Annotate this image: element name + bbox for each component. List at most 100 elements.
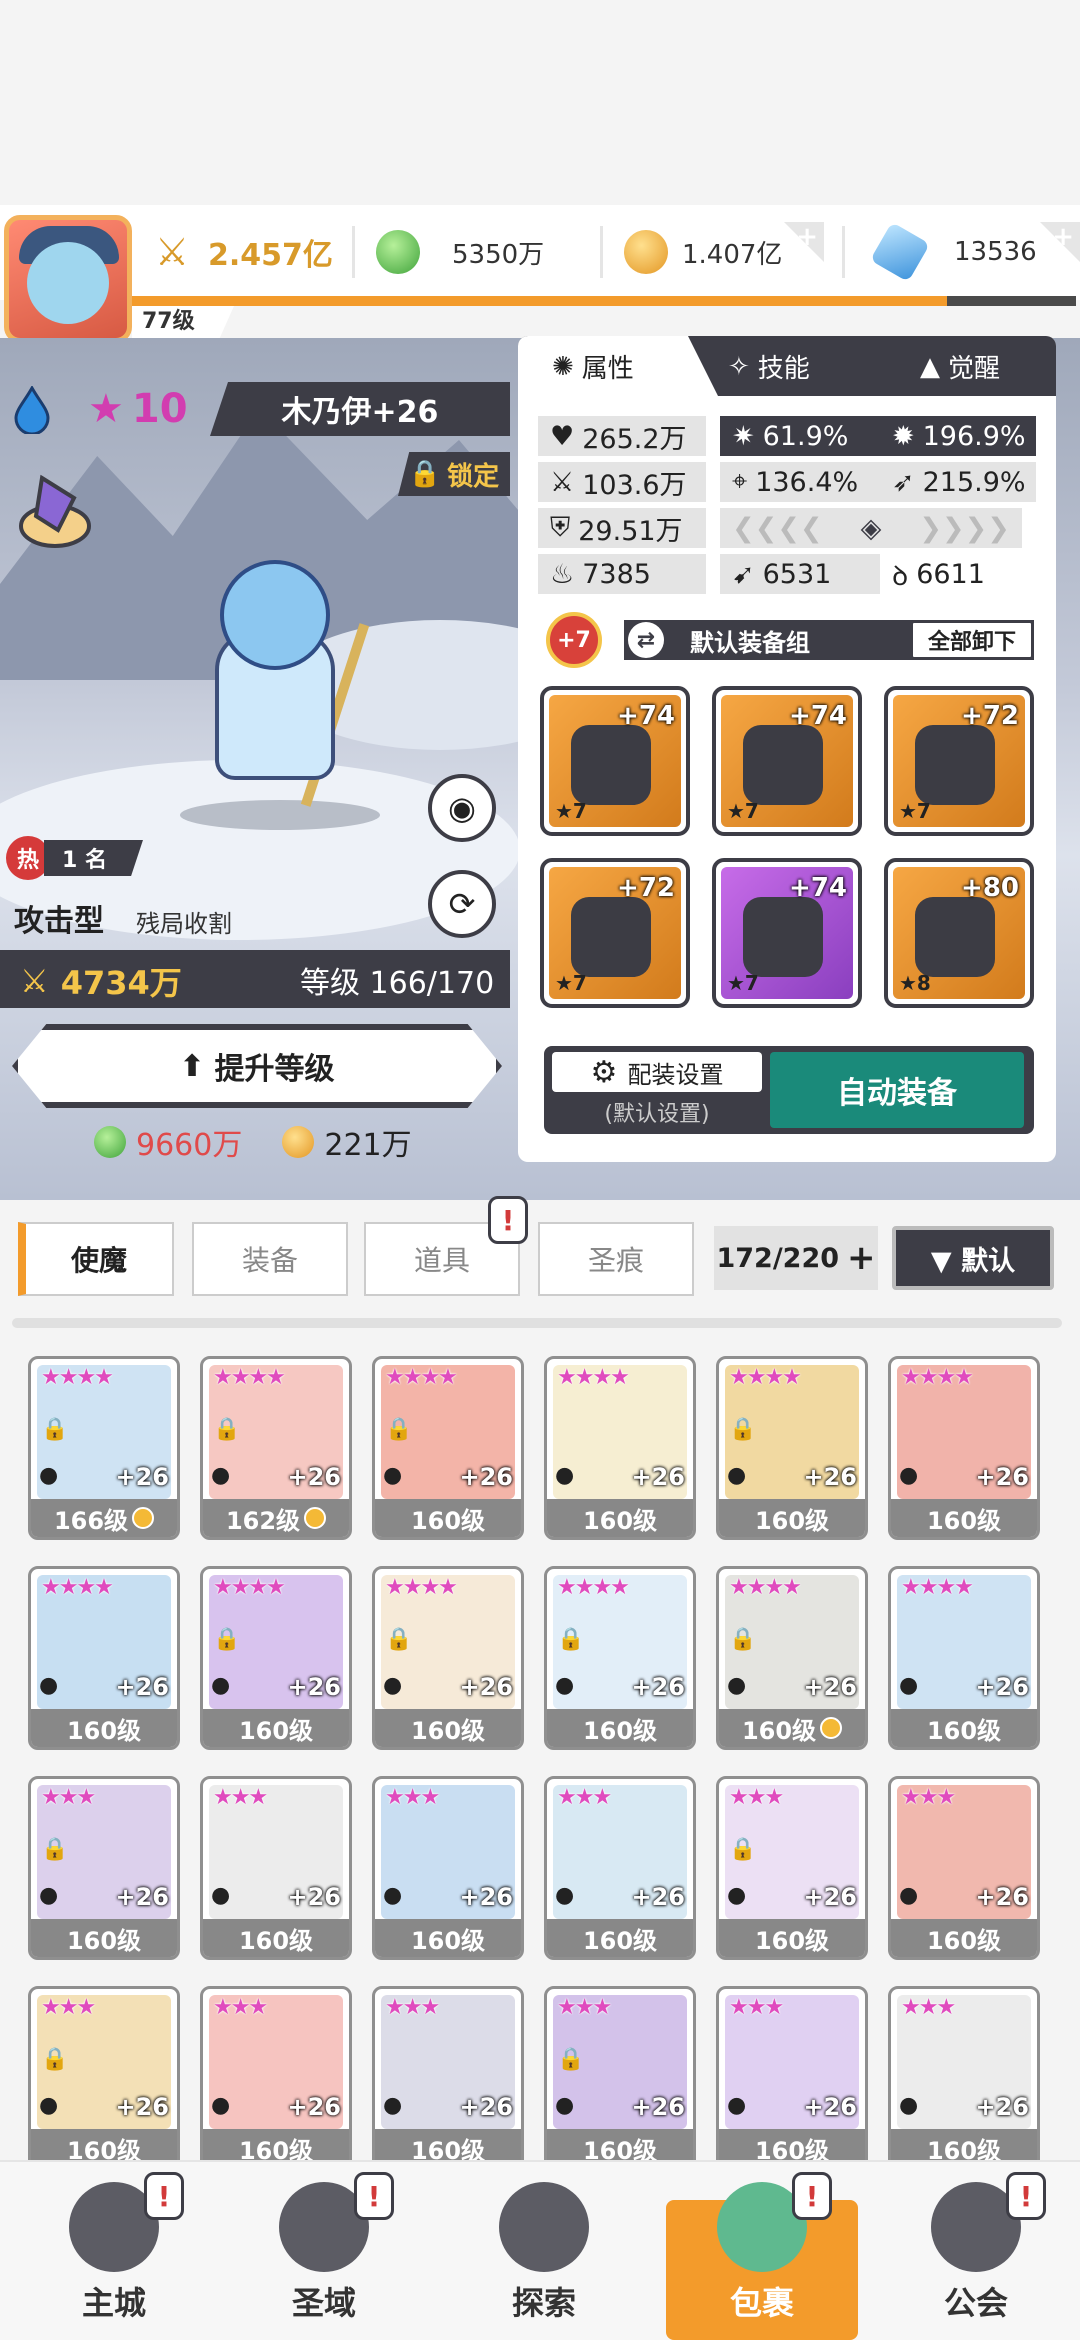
cost-gold: 221万 (282, 1120, 412, 1164)
upgrade-level-button[interactable]: ⬆ 提升等级 (12, 1024, 502, 1108)
equipment-slot[interactable]: +74 ★7 (712, 686, 862, 836)
wing-icon: ➶ (892, 466, 915, 498)
hero-character[interactable] (160, 560, 390, 830)
familiar-card[interactable]: ★★★★ ● +26 160级 (28, 1566, 180, 1750)
chevrons-icon: ❮❮❮❮ (732, 512, 823, 544)
sort-button[interactable]: ▼ 默认 (892, 1226, 1054, 1290)
lock-button[interactable]: 🔒 锁定 (398, 452, 510, 496)
swords-icon: ⚔ (20, 962, 49, 1000)
divider (600, 226, 603, 278)
familiar-card[interactable]: ★★★ 🔒 ● +26 160级 (28, 1776, 180, 1960)
familiar-level: 160级 (203, 1709, 349, 1747)
sparkle-icon: ✧ (728, 351, 750, 382)
familiar-card[interactable]: ★★★★ 🔒 ● +26 160级 (716, 1356, 868, 1540)
familiar-level: 160级 (547, 1709, 693, 1747)
familiar-card[interactable]: ★★★ ● +26 160级 (200, 1776, 352, 1960)
tab-skills[interactable]: ✧ 技能 (728, 348, 810, 385)
familiar-card[interactable]: ★★★★ 🔒 ● +26 160级 (372, 1566, 524, 1750)
tab-stigmata[interactable]: 圣痕 (538, 1222, 694, 1296)
equipment-slot[interactable]: +74 ★7 (540, 686, 690, 836)
element-icon: ● (899, 2093, 919, 2118)
element-icon: ● (555, 1673, 575, 1698)
alert-badge: ! (792, 2172, 832, 2220)
star-rating: ★★★★ (213, 1575, 286, 1600)
stats-row: ♨ 7385 ➹ 6531 ꝺ 6611 (538, 554, 1036, 594)
element-icon: ● (383, 2093, 403, 2118)
view-hero-button[interactable]: ◉ (428, 774, 496, 842)
hero-power: ⚔ 4734万 (20, 962, 182, 1002)
familiar-card[interactable]: ★★★ ● +26 160级 (888, 1986, 1040, 2170)
equipment-slot[interactable]: +72 ★7 (540, 858, 690, 1008)
resource-crystal[interactable]: 13536 (869, 212, 1037, 292)
familiar-card[interactable]: ★★★★ 🔒 ● +26 160级 (544, 1566, 696, 1750)
lock-icon: 🔒 (729, 1627, 757, 1652)
arrow-up-icon: ⬆ (179, 1048, 205, 1084)
hero-type: 攻击型 (14, 904, 104, 939)
resource-green[interactable]: 5350万 (376, 212, 544, 292)
unequip-all-button[interactable]: 全部卸下 (910, 620, 1034, 660)
auto-equip-button[interactable]: 自动装备 (770, 1052, 1024, 1128)
lock-icon: 🔒 (557, 1627, 585, 1652)
tab-awaken[interactable]: ▲ 觉醒 (920, 348, 1000, 385)
familiar-card[interactable]: ★★★ ● +26 160级 (372, 1776, 524, 1960)
element-icon: ● (555, 1463, 575, 1488)
familiar-card[interactable]: ★★★ ● +26 160级 (716, 1986, 868, 2170)
familiar-card[interactable]: ★★★★ 🔒 ● +26 160级 (716, 1566, 868, 1750)
refresh-icon: ⟳ (448, 885, 476, 923)
sun-icon: ✹ (892, 420, 915, 452)
capacity-box[interactable]: 172/220 + (714, 1226, 878, 1290)
nav-explore[interactable]: 探索 (454, 2180, 634, 2340)
familiar-card[interactable]: ★★★ ● +26 160级 (544, 1776, 696, 1960)
element-icon: ● (727, 1883, 747, 1908)
lock-icon: 🔒 (729, 1417, 757, 1442)
familiar-level: 160级 (547, 1919, 693, 1957)
rotate-hero-button[interactable]: ⟳ (428, 870, 496, 938)
equipment-icon (571, 725, 651, 805)
familiar-card[interactable]: ★★★ ● +26 160级 (372, 1986, 524, 2170)
element-icon: ● (555, 1883, 575, 1908)
element-icon: ● (211, 1463, 231, 1488)
tab-equipment[interactable]: 装备 (192, 1222, 348, 1296)
familiar-card[interactable]: ★★★★ ● +26 160级 (888, 1356, 1040, 1540)
lock-icon: 🔒 (729, 1837, 757, 1862)
coin-icon (132, 1507, 155, 1529)
divider (842, 226, 845, 278)
equipment-slot[interactable]: +72 ★7 (884, 686, 1034, 836)
spiral-icon: ꝺ (892, 560, 909, 592)
lock-icon: 🔒 (213, 1627, 241, 1652)
hidden-stat-bar: ❮❮❮❮ ◈ ❯❯❯❯ (720, 508, 1022, 548)
equipment-slot[interactable]: +74 ★7 (712, 858, 862, 1008)
familiar-card[interactable]: ★★★ 🔒 ● +26 160级 (544, 1986, 696, 2170)
familiar-card[interactable]: ★★★★ 🔒 ● +26 166级 (28, 1356, 180, 1540)
swap-icon[interactable]: ⇄ (628, 622, 664, 658)
loadout-settings-button[interactable]: ⚙ 配装设置 (552, 1052, 762, 1092)
element-icon: ● (211, 2093, 231, 2118)
star-rating: ★★★ (729, 1785, 784, 1810)
player-level: 77级 (132, 306, 234, 338)
tab-familiars[interactable]: 使魔 (18, 1222, 174, 1296)
resource-gold[interactable]: 1.407亿 (624, 212, 782, 292)
alert-badge: ! (144, 2172, 184, 2220)
element-icon: ● (383, 1673, 403, 1698)
familiar-card[interactable]: ★★★★ 🔒 ● +26 162级 (200, 1356, 352, 1540)
element-icon: ● (39, 1673, 59, 1698)
familiar-card[interactable]: ★★★ ● +26 160级 (888, 1776, 1040, 1960)
player-avatar[interactable] (4, 215, 132, 343)
star-icon: ★ (88, 386, 124, 432)
element-icon: ● (899, 1673, 919, 1698)
familiar-card[interactable]: ★★★★ 🔒 ● +26 160级 (372, 1356, 524, 1540)
familiar-card[interactable]: ★★★ ● +26 160级 (200, 1986, 352, 2170)
scrollbar[interactable] (12, 1318, 1062, 1328)
familiar-card[interactable]: ★★★ 🔒 ● +26 160级 (716, 1776, 868, 1960)
familiar-card[interactable]: ★★★★ ● +26 160级 (544, 1356, 696, 1540)
triangle-icon: ▲ (920, 351, 940, 382)
element-icon: ● (899, 1883, 919, 1908)
element-icon: ● (211, 1673, 231, 1698)
crystal-ring-icon[interactable] (12, 468, 98, 554)
star-rating: ★★★ (901, 1785, 956, 1810)
tab-attributes[interactable]: ✺ 属性 (552, 348, 634, 385)
familiar-card[interactable]: ★★★ 🔒 ● +26 160级 (28, 1986, 180, 2170)
equipment-slot[interactable]: +80 ★8 (884, 858, 1034, 1008)
familiar-card[interactable]: ★★★★ 🔒 ● +26 160级 (200, 1566, 352, 1750)
familiar-card[interactable]: ★★★★ ● +26 160级 (888, 1566, 1040, 1750)
